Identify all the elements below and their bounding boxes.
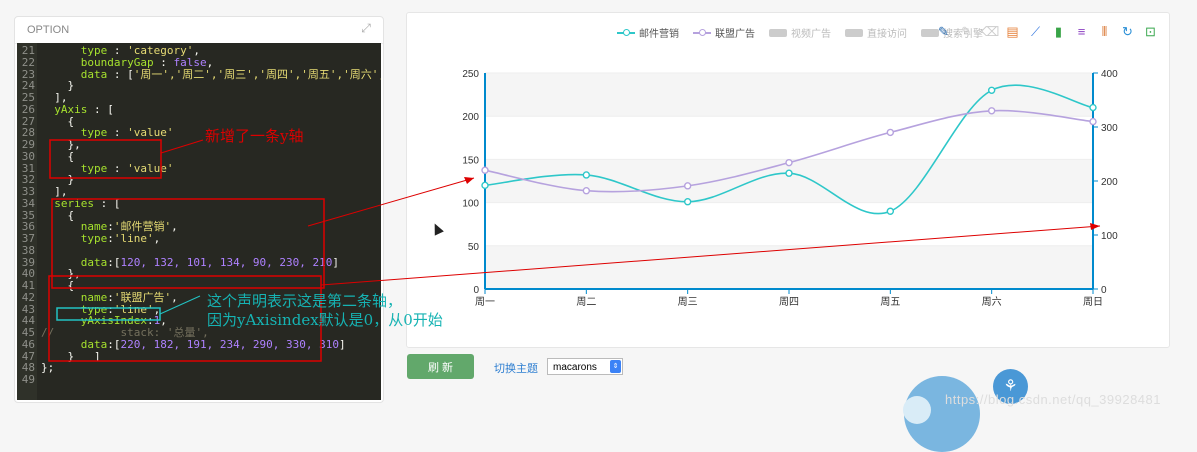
line-number: 34 — [21, 196, 35, 210]
refresh-button[interactable]: 刷 新 — [407, 354, 474, 379]
annotation-second-axis-line2: 因为yAxisindex默认是0，从0开始 — [207, 311, 443, 329]
y-right-tick-label: 400 — [1101, 69, 1118, 80]
x-tick-label: 周日 — [1083, 296, 1103, 308]
split-area-band — [485, 73, 1093, 117]
data-point — [1089, 117, 1097, 126]
line-number: 33 — [21, 185, 35, 198]
data-point — [886, 207, 895, 215]
data-point — [481, 166, 489, 174]
code-editor[interactable]: 21 type : 'category', 22 boundaryGap : fa… — [17, 43, 381, 400]
y-left-tick-label: 200 — [462, 112, 479, 123]
line-number: 22 — [21, 55, 35, 69]
annotation-second-axis-line1: 这个声明表示这是第二条轴， — [207, 292, 403, 310]
y-left-tick-label: 250 — [462, 69, 479, 80]
y-left-tick-label: 0 — [473, 285, 479, 296]
x-tick-label: 周五 — [880, 296, 900, 308]
y-right-tick-label: 0 — [1101, 285, 1107, 296]
line-number: 30 — [21, 149, 35, 163]
y-left-tick-label: 50 — [468, 242, 480, 253]
line-number: 42 — [21, 290, 35, 304]
data-point — [785, 158, 793, 167]
x-tick-label: 周六 — [982, 296, 1002, 308]
data-point — [683, 182, 692, 190]
theme-label: 切换主题 — [494, 363, 538, 375]
panel-header: OPTION ⤢ — [15, 17, 383, 44]
code-line: 37 type:'line', — [17, 233, 160, 245]
y-right-tick-label: 100 — [1101, 231, 1118, 242]
code-line: 49 — [17, 374, 41, 386]
expand-icon[interactable]: ⤢ — [359, 21, 373, 35]
theme-select-value: macarons — [553, 362, 597, 373]
x-tick-label: 周四 — [779, 296, 799, 308]
chart-panel: 邮件营销 联盟广告 视频广告 直接访问 搜索引擎 ✎ ✎ ⌫ ▤ ⟋ ▮ ≡ ⦀ ↻ ⊡ 0 50 100 15… — [406, 12, 1170, 348]
theme-select[interactable]: macarons ⇕ — [547, 358, 623, 375]
y-right-tick-label: 200 — [1101, 177, 1118, 188]
data-point — [886, 128, 895, 137]
line-number: 21 — [21, 44, 35, 57]
line-number: 29 — [21, 138, 35, 151]
data-point — [582, 171, 591, 179]
x-tick-label: 周二 — [576, 296, 596, 308]
x-tick-label: 周一 — [475, 296, 495, 308]
y-right-tick-label: 300 — [1101, 123, 1118, 134]
data-point — [683, 198, 692, 206]
option-panel: OPTION ⤢ 21 type : 'category', 22 boundar… — [14, 16, 384, 403]
data-point — [481, 181, 489, 190]
decorative-circle-small — [903, 396, 931, 424]
line-number: 41 — [21, 279, 35, 292]
code-text: type:'line', — [41, 232, 161, 245]
select-arrow-icon: ⇕ — [610, 360, 621, 373]
watermark: https://blog.csdn.net/qq_39928481 — [945, 392, 1161, 407]
data-point — [987, 107, 996, 115]
code-line: 38 — [17, 245, 41, 257]
line-number: 38 — [21, 243, 35, 257]
line-chart: 0 50 100 150 200 250 0 100 200 300 400 周一 周二 周三 周四 周五 周六… — [462, 69, 1118, 308]
y-left-tick-label: 150 — [462, 155, 479, 166]
split-area-band — [485, 245, 1093, 289]
data-point — [1089, 103, 1097, 112]
data-point — [582, 187, 591, 195]
data-point — [785, 169, 793, 177]
code-text: data : ['周一','周二','周三','周四','周五','周六','周… — [41, 67, 381, 81]
line-number: 46 — [21, 337, 35, 351]
y-left-tick-label: 100 — [462, 199, 479, 210]
line-number: 26 — [21, 102, 35, 116]
data-point — [987, 86, 996, 94]
line-number: 37 — [21, 232, 35, 245]
annotation-new-axis: 新增了一条y轴 — [205, 127, 304, 145]
line-number: 45 — [21, 326, 35, 339]
line-number: 25 — [21, 91, 35, 104]
x-tick-label: 周三 — [678, 296, 698, 308]
line-number: 49 — [21, 373, 35, 386]
panel-title: OPTION — [27, 24, 70, 36]
